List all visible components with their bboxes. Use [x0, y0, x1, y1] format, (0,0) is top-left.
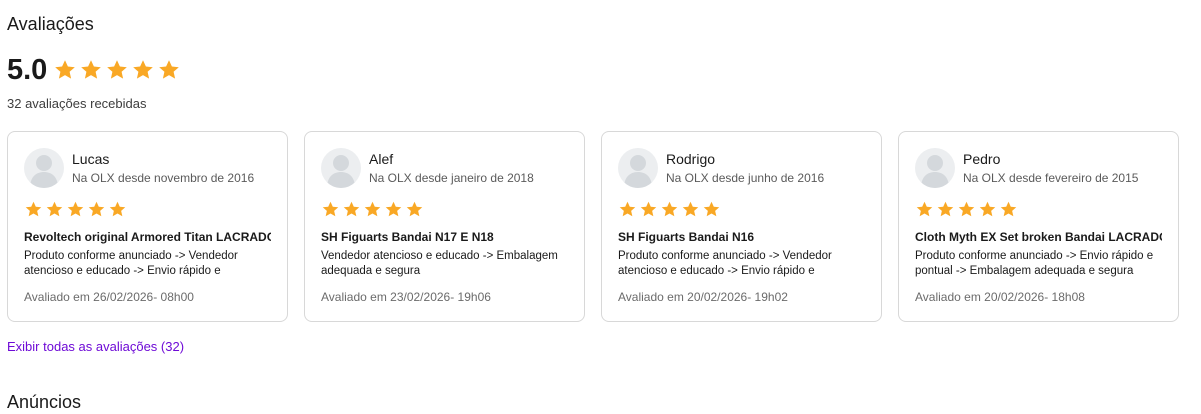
reviewer-info: Lucas Na OLX desde novembro de 2016: [72, 150, 254, 186]
reviewer-since: Na OLX desde novembro de 2016: [72, 171, 255, 185]
review-card: Pedro Na OLX desde fevereiro de 2015 Clo…: [898, 131, 1179, 322]
reviewer-header: Rodrigo Na OLX desde junho de 2016: [618, 148, 865, 188]
review-text: Vendedor atencioso e educado -> Embalage…: [321, 250, 558, 277]
reviewer-header: Lucas Na OLX desde novembro de 2016: [24, 148, 271, 188]
review-card: Rodrigo Na OLX desde junho de 2016 SH Fi…: [601, 131, 882, 322]
review-card: Lucas Na OLX desde novembro de 2016 Revo…: [7, 131, 288, 322]
overall-stars: [53, 58, 181, 82]
review-stars: [321, 200, 568, 220]
overall-rating: 5.0: [7, 53, 181, 87]
review-date: Avaliado em 20/02/2026- 19h02: [618, 290, 788, 304]
section-title: Avaliações: [7, 14, 94, 34]
user-silhouette-icon: [921, 155, 949, 188]
star-icon: [55, 60, 76, 79]
user-silhouette-icon: [327, 155, 355, 188]
avatar: [915, 148, 955, 188]
review-card: Alef Na OLX desde janeiro de 2018 SH Fig…: [304, 131, 585, 322]
review-date: Avaliado em 20/02/2026- 18h08: [915, 290, 1085, 304]
star-icon: [81, 60, 102, 79]
reviewer-since: Na OLX desde janeiro de 2018: [369, 171, 534, 185]
review-title: Revoltech original Armored Titan LACRADO: [24, 230, 271, 244]
avatar: [618, 148, 658, 188]
review-stars: [618, 200, 865, 220]
star-icon: [958, 201, 975, 217]
avatar: [321, 148, 361, 188]
star-icon: [322, 201, 339, 217]
rating-count: 32 avaliações recebidas: [7, 96, 147, 111]
reviewer-name: Alef: [369, 151, 394, 167]
review-cards: Lucas Na OLX desde novembro de 2016 Revo…: [7, 131, 1179, 322]
reviewer-info: Rodrigo Na OLX desde junho de 2016: [666, 150, 824, 186]
avatar: [24, 148, 64, 188]
rating-value: 5.0: [7, 54, 48, 86]
star-icon: [682, 201, 699, 217]
review-date: Avaliado em 26/02/2026- 08h00: [24, 290, 194, 304]
show-all-reviews-link[interactable]: Exibir todas as avaliações (32): [7, 339, 184, 355]
reviewer-info: Alef Na OLX desde janeiro de 2018: [369, 150, 534, 186]
reviewer-since: Na OLX desde junho de 2016: [666, 171, 825, 185]
reviewer-header: Pedro Na OLX desde fevereiro de 2015: [915, 148, 1162, 188]
star-icon: [703, 201, 720, 217]
star-icon: [364, 201, 381, 217]
reviewer-header: Alef Na OLX desde janeiro de 2018: [321, 148, 568, 188]
ads-section-title: Anúncios: [7, 392, 82, 412]
star-icon: [937, 201, 954, 217]
review-stars: [915, 200, 1162, 220]
star-icon: [133, 60, 154, 79]
user-silhouette-icon: [624, 155, 652, 188]
reviewer-name: Lucas: [72, 151, 110, 167]
star-icon: [25, 201, 42, 217]
reviewer-since: Na OLX desde fevereiro de 2015: [963, 171, 1139, 185]
star-icon: [1000, 201, 1017, 217]
star-icon: [619, 201, 636, 217]
star-icon: [159, 60, 180, 79]
review-title: Cloth Myth EX Set broken Bandai LACRADO: [915, 230, 1162, 244]
star-icon: [406, 201, 423, 217]
review-text: Produto conforme anunciado -> Envio rápi…: [915, 250, 1154, 277]
reviewer-name: Rodrigo: [666, 151, 716, 167]
review-stars: [24, 200, 271, 220]
reviewer-info: Pedro Na OLX desde fevereiro de 2015: [963, 150, 1138, 186]
review-text: Produto conforme anunciado -> Vendedor a…: [618, 250, 832, 277]
star-icon: [916, 201, 933, 217]
user-silhouette-icon: [30, 155, 58, 188]
star-icon: [107, 60, 128, 79]
star-icon: [979, 201, 996, 217]
star-icon: [67, 201, 84, 217]
star-icon: [661, 201, 678, 217]
review-text: Produto conforme anunciado -> Vendedor a…: [24, 250, 238, 277]
star-icon: [109, 201, 126, 217]
review-title: SH Figuarts Bandai N17 E N18: [321, 230, 494, 244]
star-icon: [385, 201, 402, 217]
star-icon: [640, 201, 657, 217]
star-icon: [88, 201, 105, 217]
reviewer-name: Pedro: [963, 151, 1001, 167]
review-title: SH Figuarts Bandai N16: [618, 230, 755, 244]
review-date: Avaliado em 23/02/2026- 19h06: [321, 290, 491, 304]
star-icon: [46, 201, 63, 217]
star-icon: [343, 201, 360, 217]
